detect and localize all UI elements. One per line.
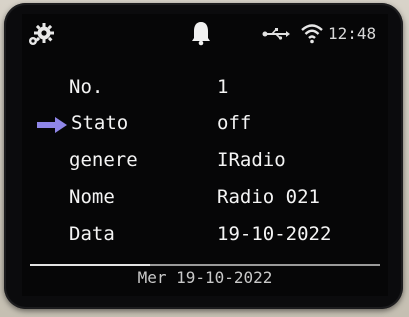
- lcd-screen: 12:48 No. 1 Stato off genere IRadio Nome…: [22, 14, 388, 296]
- row-value: 1: [217, 76, 229, 98]
- divider-highlight: [30, 264, 150, 266]
- footer-divider: [30, 264, 380, 266]
- menu-row-genre[interactable]: genere IRadio: [22, 145, 388, 181]
- settings-gear-icon[interactable]: [26, 22, 56, 48]
- row-label: Nome: [69, 186, 115, 208]
- wifi-icon: [301, 24, 323, 44]
- menu-row-number[interactable]: No. 1: [22, 72, 388, 108]
- row-label: Data: [69, 223, 115, 245]
- row-value: Radio 021: [217, 186, 320, 208]
- row-label: No.: [69, 76, 104, 98]
- row-value: off: [217, 112, 252, 134]
- menu-row-status[interactable]: Stato off: [22, 108, 388, 144]
- selection-arrow-icon: [37, 117, 67, 133]
- row-value: IRadio: [217, 149, 286, 171]
- footer-date: Mer 19-10-2022: [137, 268, 273, 287]
- menu-row-name[interactable]: Nome Radio 021: [22, 182, 388, 218]
- bell-icon: [192, 22, 210, 46]
- usb-icon: [262, 28, 290, 40]
- status-bar: 12:48: [22, 14, 388, 52]
- row-label: genere: [69, 149, 138, 171]
- menu-row-date[interactable]: Data 19-10-2022: [22, 219, 388, 255]
- row-value: 19-10-2022: [217, 223, 332, 245]
- row-label: Stato: [71, 112, 129, 134]
- clock-display: 12:48: [328, 24, 377, 43]
